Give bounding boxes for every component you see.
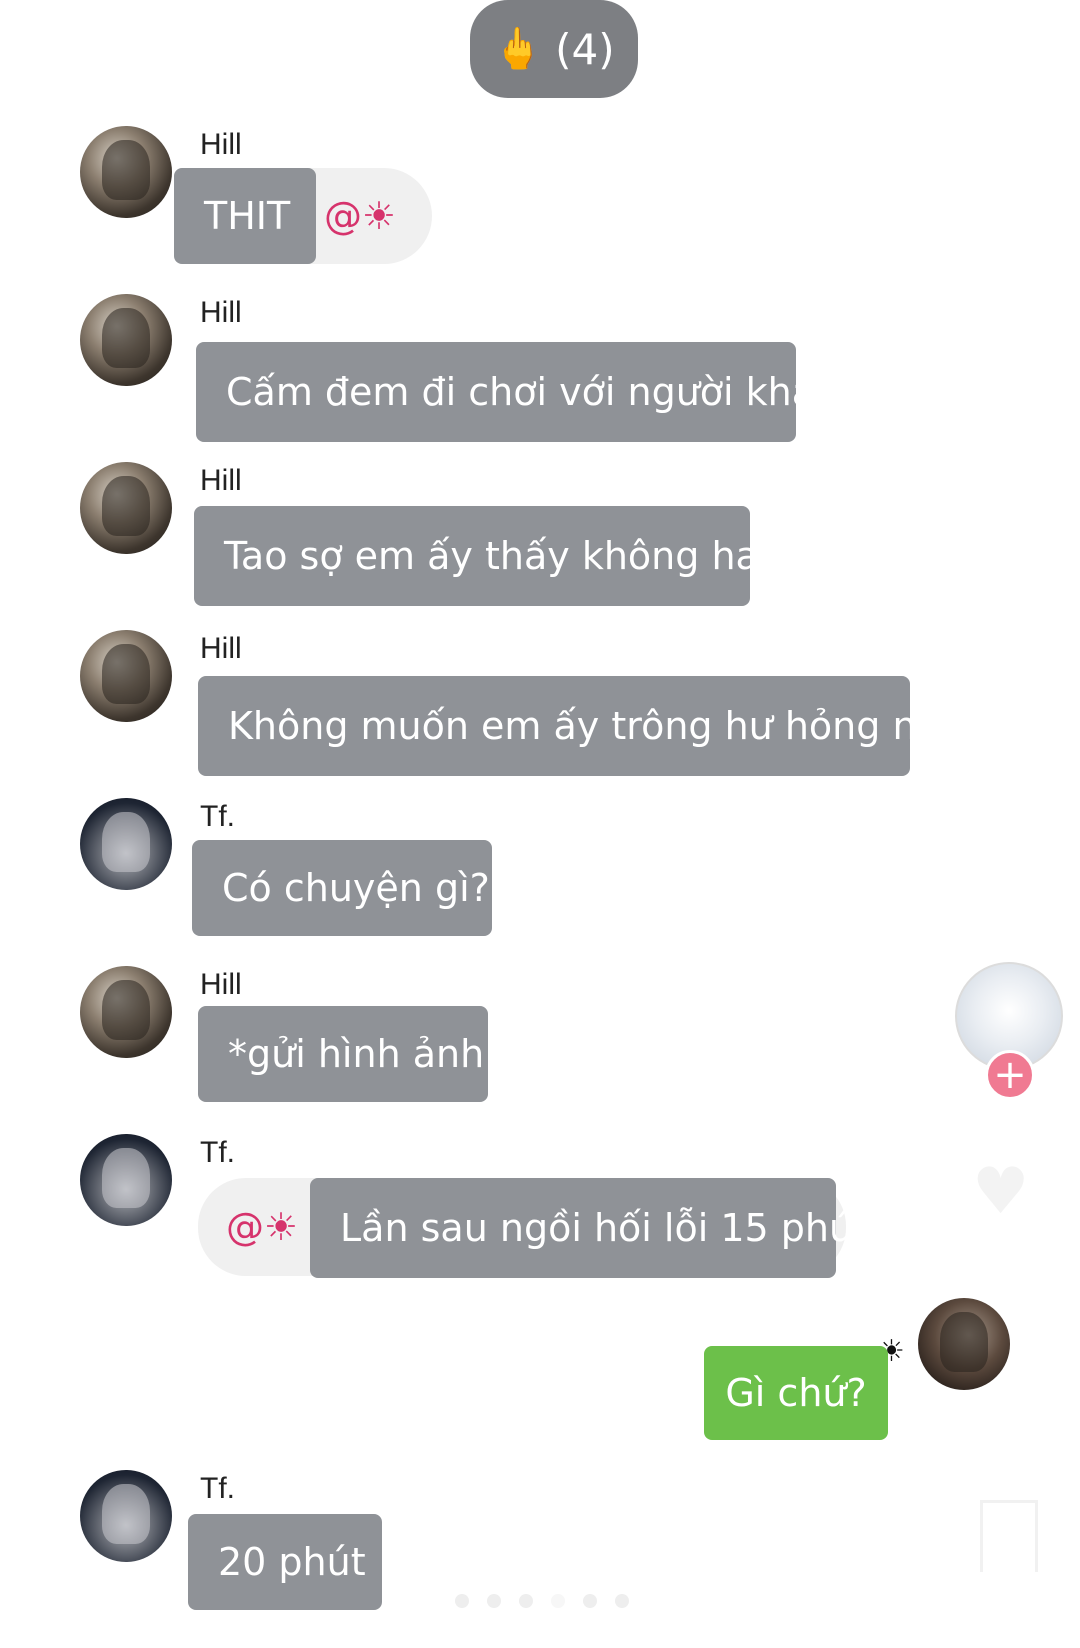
avatar-hill[interactable] [80, 966, 172, 1058]
plus-icon[interactable]: + [985, 1050, 1035, 1100]
sender-name: Hill [200, 464, 242, 497]
mention-text: @☀ [324, 194, 397, 238]
page-indicator-dots [455, 1594, 629, 1608]
avatar-hill[interactable] [80, 462, 172, 554]
message-bubble[interactable]: Có chuyện gì? [192, 840, 492, 936]
sender-name: Hill [200, 296, 242, 329]
avatar-hill[interactable] [80, 126, 172, 218]
page-dot [519, 1594, 533, 1608]
message-bubble[interactable]: *gửi hình ảnh [198, 1006, 488, 1102]
sender-name: Tf. [200, 800, 235, 833]
message-bubble[interactable]: 20 phút [188, 1514, 382, 1610]
avatar-tf[interactable] [80, 1470, 172, 1562]
avatar-tf[interactable] [80, 798, 172, 890]
mention-text: @☀ [226, 1205, 299, 1249]
message-bubble[interactable]: Không muốn em ấy trông hư hỏng nữa [198, 676, 964, 776]
page-dot [583, 1594, 597, 1608]
reaction-count: (4) [555, 24, 615, 74]
message-bubble[interactable]: Lần sau ngồi hối lỗi 15 phút [310, 1178, 868, 1278]
avatar-me[interactable] [918, 1298, 1010, 1390]
sender-name: Hill [200, 968, 242, 1001]
message-bubble[interactable]: THIT [174, 168, 316, 264]
message-bubble[interactable]: Cấm đem đi chơi với người khác [196, 342, 836, 442]
avatar-tf[interactable] [80, 1134, 172, 1226]
message-bubble[interactable]: Tao sợ em ấy thấy không hay [194, 506, 781, 606]
sender-name: Tf. [200, 1472, 235, 1505]
avatar-hill[interactable] [80, 294, 172, 386]
heart-icon[interactable]: ♥ [972, 1160, 1042, 1230]
page-dot-active [551, 1594, 565, 1608]
sender-name: Tf. [200, 1136, 235, 1169]
page-dot [455, 1594, 469, 1608]
page-dot [487, 1594, 501, 1608]
chat-screen: 🖕 (4) Hill @☀ THIT Hill Cấm đem đi chơi … [0, 0, 1080, 1648]
message-bubble-self[interactable]: Gì chứ? [704, 1346, 888, 1440]
avatar-hill[interactable] [80, 630, 172, 722]
middle-finger-emoji: 🖕 [493, 26, 544, 72]
sender-name: Hill [200, 128, 242, 161]
sender-name: Hill [200, 632, 242, 665]
page-dot [615, 1594, 629, 1608]
reaction-pill[interactable]: 🖕 (4) [470, 0, 638, 98]
bookmark-icon[interactable] [980, 1500, 1038, 1572]
